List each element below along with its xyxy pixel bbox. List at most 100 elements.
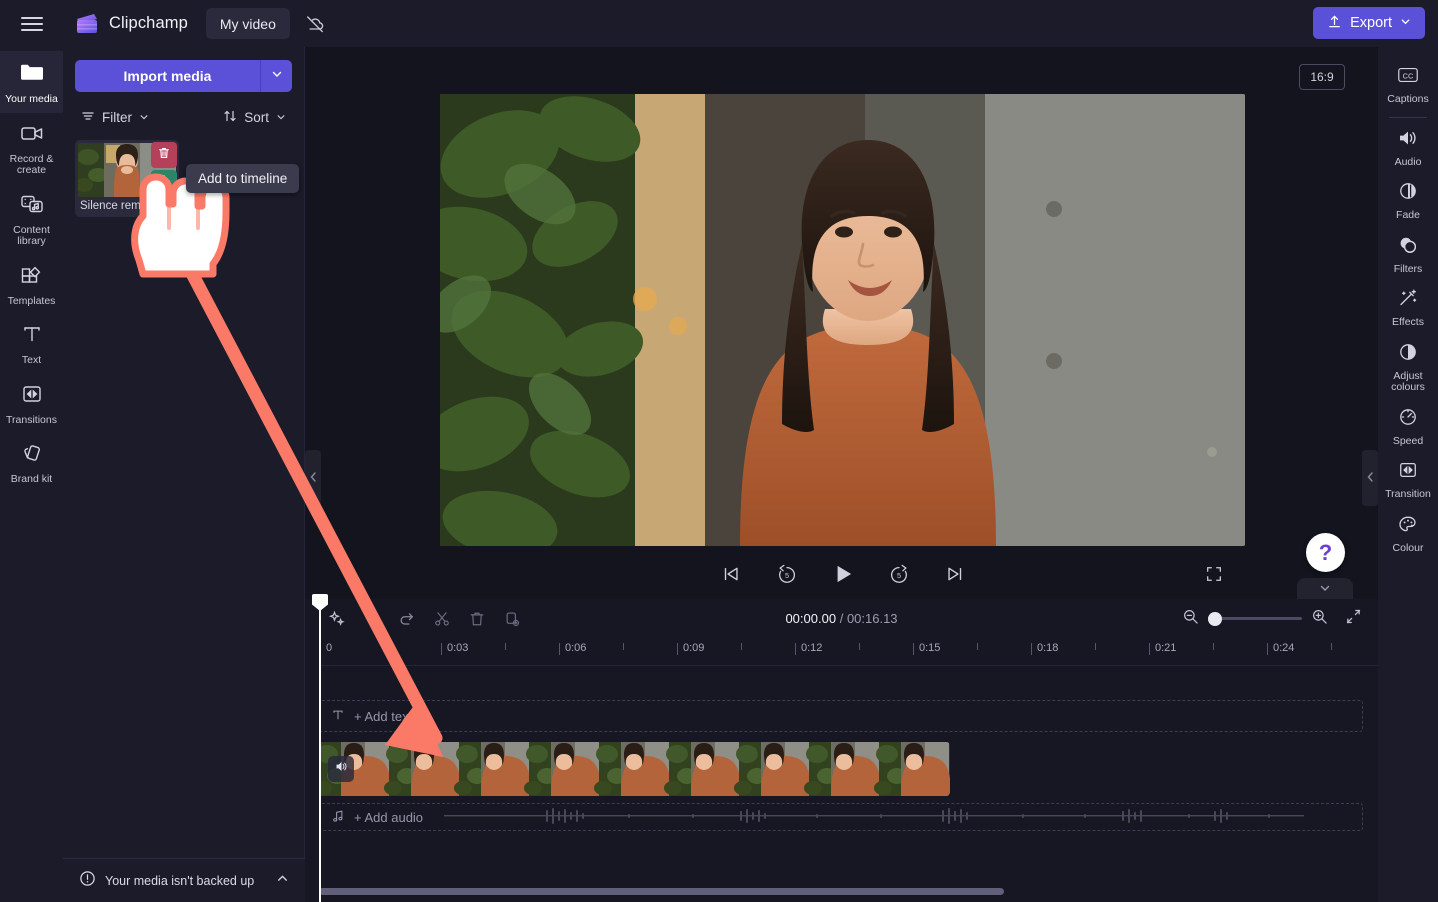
help-button[interactable]: ?	[1306, 533, 1345, 572]
chevron-down-icon	[139, 110, 149, 125]
import-media-button[interactable]: Import media	[75, 60, 260, 92]
media-item[interactable]: Silence remov...	[75, 140, 179, 217]
svg-text:5: 5	[784, 571, 788, 580]
sidebar-item-text[interactable]: Text	[0, 314, 63, 374]
transitions-icon	[1397, 460, 1419, 485]
skip-to-end-button[interactable]	[940, 559, 970, 589]
fullscreen-button[interactable]	[1199, 559, 1229, 589]
brand-kit-icon	[20, 442, 44, 469]
auto-compose-button[interactable]	[321, 603, 352, 634]
sort-button[interactable]: Sort	[217, 105, 292, 130]
fade-icon	[1397, 181, 1419, 206]
magic-wand-icon	[1397, 288, 1419, 313]
undo-button[interactable]	[356, 603, 387, 634]
property-label: Colour	[1392, 541, 1424, 554]
property-filters[interactable]: Filters	[1378, 228, 1438, 282]
clipchamp-app: Clipchamp My video Export Your media Rec…	[0, 0, 1438, 902]
rewind-5-button[interactable]: 5	[772, 559, 802, 589]
chevron-down-icon	[276, 110, 286, 125]
property-effects[interactable]: Effects	[1378, 281, 1438, 335]
sidebar-item-transitions[interactable]: Transitions	[0, 374, 63, 434]
templates-icon	[19, 264, 45, 291]
property-label: Effects	[1392, 316, 1424, 328]
delete-button[interactable]	[461, 603, 492, 634]
clip-audio-toggle[interactable]	[328, 756, 354, 782]
property-colour[interactable]: Colour	[1378, 507, 1438, 561]
property-captions[interactable]: CC Captions	[1378, 58, 1438, 112]
backup-status-label: Your media isn't backed up	[105, 873, 255, 888]
ruler-tick: 0:06	[558, 642, 587, 655]
closed-captions-icon: CC	[1396, 65, 1420, 90]
video-clip[interactable]	[319, 742, 950, 796]
chevron-down-icon	[1400, 15, 1411, 31]
collapse-right-panel-button[interactable]	[1362, 450, 1378, 506]
skip-to-start-button[interactable]	[716, 559, 746, 589]
sidebar-item-record-create[interactable]: Record & create	[0, 113, 63, 184]
play-button[interactable]	[828, 559, 858, 589]
sidebar-item-brand-kit[interactable]: Brand kit	[0, 433, 63, 493]
text-icon	[20, 323, 44, 350]
cloud-offline-icon[interactable]	[300, 9, 330, 39]
svg-text:5: 5	[896, 571, 900, 580]
collapse-left-panel-button[interactable]	[305, 450, 321, 506]
backup-status-bar[interactable]: Your media isn't backed up	[63, 858, 305, 902]
left-rail: Your media Record & create Content libra…	[0, 47, 63, 902]
timeline-horizontal-scrollbar[interactable]	[319, 888, 1004, 895]
tooltip: Add to timeline	[186, 164, 300, 193]
export-button[interactable]: Export	[1313, 7, 1425, 39]
split-button[interactable]	[426, 603, 457, 634]
add-text-label: + Add text	[354, 708, 413, 724]
aspect-ratio-button[interactable]: 16:9	[1299, 64, 1345, 90]
add-audio-label: + Add audio	[354, 809, 424, 825]
import-media-dropdown-button[interactable]	[260, 60, 292, 92]
duplicate-button[interactable]	[496, 603, 527, 634]
zoom-slider[interactable]	[1208, 611, 1302, 626]
property-label: Transition	[1385, 488, 1431, 500]
trash-icon	[157, 146, 171, 165]
video-frame	[440, 94, 1245, 546]
music-note-icon	[331, 809, 345, 826]
add-audio-track[interactable]: + Add audio	[319, 803, 1363, 831]
sidebar-item-templates[interactable]: Templates	[0, 255, 63, 315]
filters-icon	[1397, 235, 1419, 260]
playback-controls: 5 5	[440, 552, 1245, 596]
clip-filmstrip	[319, 742, 950, 796]
property-fade[interactable]: Fade	[1378, 174, 1438, 228]
property-adjust-colours[interactable]: Adjust colours	[1378, 335, 1438, 400]
zoom-out-icon[interactable]	[1182, 608, 1199, 630]
video-preview[interactable]	[440, 94, 1245, 546]
upload-icon	[1327, 14, 1342, 33]
forward-5-button[interactable]: 5	[884, 559, 914, 589]
sidebar-item-label: Templates	[7, 294, 56, 307]
property-transition[interactable]: Transition	[1378, 453, 1438, 507]
sort-label: Sort	[244, 110, 269, 125]
chevron-left-icon	[1366, 471, 1375, 486]
property-label: Filters	[1393, 262, 1423, 275]
add-to-timeline-button[interactable]	[151, 170, 177, 196]
ruler-tick: 0:21	[1148, 642, 1177, 655]
project-name-input[interactable]: My video	[205, 8, 290, 39]
filter-sort-row: Filter Sort	[75, 105, 292, 130]
timeline-ruler[interactable]: 0 0:03 0:06 0:09 0:12 0:15 0:18 0:21 0:2…	[319, 638, 1378, 666]
redo-button[interactable]	[391, 603, 422, 634]
chevron-up-icon[interactable]	[276, 872, 289, 890]
chevron-left-icon	[309, 471, 318, 486]
sidebar-item-your-media[interactable]: Your media	[0, 51, 63, 113]
video-camera-icon	[19, 122, 45, 149]
filter-button[interactable]: Filter	[75, 105, 155, 130]
palette-icon	[1397, 514, 1419, 539]
delete-media-button[interactable]	[151, 142, 177, 168]
sidebar-item-content-library[interactable]: Content library	[0, 184, 63, 255]
svg-text:CC: CC	[1403, 71, 1414, 80]
hamburger-menu-button[interactable]	[9, 1, 55, 47]
playhead[interactable]	[312, 594, 328, 902]
zoom-in-icon[interactable]	[1311, 608, 1328, 630]
property-speed[interactable]: Speed	[1378, 400, 1438, 454]
property-label: Speed	[1392, 434, 1424, 447]
fit-to-screen-icon[interactable]	[1345, 608, 1362, 630]
add-text-track[interactable]: + Add text	[319, 700, 1363, 732]
timeline: 00:00.00 / 00:16.13 0 0:03 0:06 0:09 0:1…	[305, 594, 1378, 902]
filter-icon	[81, 109, 95, 126]
zoom-slider-handle[interactable]	[1208, 611, 1222, 626]
property-audio[interactable]: Audio	[1378, 121, 1438, 175]
